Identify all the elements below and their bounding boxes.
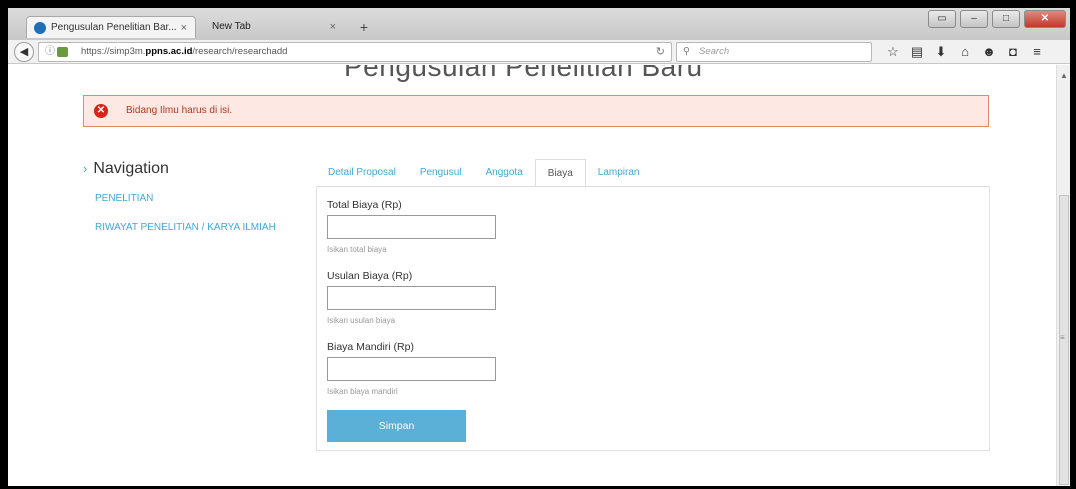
window-close-button[interactable]: ✕ [1024, 10, 1066, 28]
tab-lampiran[interactable]: Lampiran [586, 159, 652, 187]
tab-title: New Tab [212, 21, 251, 32]
pocket-icon[interactable]: ◘ [1004, 43, 1022, 61]
search-input[interactable]: ⚲ Search [676, 42, 872, 62]
tab-anggota[interactable]: Anggota [474, 159, 535, 187]
tab-close-icon[interactable]: × [330, 16, 336, 38]
total-biaya-label: Total Biaya (Rp) [327, 199, 402, 211]
back-arrow-icon: ◀ [19, 46, 29, 58]
chevron-right-icon: › [83, 161, 88, 176]
scroll-up-icon[interactable]: ▲ [1060, 71, 1068, 80]
search-placeholder: Search [699, 46, 730, 57]
tab-pengusul[interactable]: Pengusul [408, 159, 474, 187]
total-biaya-help: Isikan total biaya [327, 245, 387, 254]
title-bar: Pengusulan Penelitian Bar... × New Tab ×… [8, 8, 1070, 40]
maximize-button[interactable]: □ [992, 10, 1020, 28]
search-icon: ⚲ [683, 46, 690, 57]
biaya-mandiri-help: Isikan biaya mandiri [327, 387, 398, 396]
reload-icon[interactable]: ↻ [656, 43, 665, 61]
scroll-grip-icon: ≡ [1060, 333, 1065, 342]
url-prefix: https://simp3m. [81, 46, 146, 57]
simpan-button[interactable]: Simpan [327, 410, 466, 442]
home-icon[interactable]: ⌂ [956, 43, 974, 61]
page-scrollbar[interactable]: ▲ ≡ [1056, 65, 1070, 486]
browser-window: Pengusulan Penelitian Bar... × New Tab ×… [8, 8, 1070, 486]
nav-heading-label: Navigation [93, 160, 169, 177]
url-domain: ppns.ac.id [145, 46, 193, 57]
biaya-panel: Total Biaya (Rp) Isikan total biaya Usul… [316, 186, 990, 451]
back-button[interactable]: ◀ [14, 42, 34, 62]
restore-button[interactable]: ▭ [928, 10, 956, 28]
biaya-mandiri-label: Biaya Mandiri (Rp) [327, 341, 414, 353]
usulan-biaya-help: Isikan usulan biaya [327, 316, 396, 325]
page-title: Pengusulan Penelitian Baru [344, 65, 703, 82]
reading-list-icon[interactable]: ▤ [908, 43, 926, 61]
chat-icon[interactable]: ☻ [980, 43, 998, 61]
toolbar-icons: ☆ ▤ ⬇ ⌂ ☻ ◘ ≡ [884, 43, 1046, 61]
nav-link-riwayat[interactable]: RIWAYAT PENELITIAN / KARYA ILMIAH [95, 222, 276, 233]
nav-link-penelitian[interactable]: PENELITIAN [95, 193, 153, 204]
browser-tab-active[interactable]: Pengusulan Penelitian Bar... × [26, 16, 196, 38]
url-bar[interactable]: ⓘ https://simp3m.ppns.ac.id/research/res… [38, 42, 672, 62]
tab-title: Pengusulan Penelitian Bar... [51, 22, 177, 33]
form-tabs: Detail Proposal Pengusul Anggota Biaya L… [316, 159, 652, 187]
total-biaya-input[interactable] [327, 215, 496, 239]
browser-tab-new[interactable]: New Tab × [204, 16, 344, 38]
alert-message: Bidang Ilmu harus di isi. [126, 105, 233, 116]
nav-toolbar: ◀ ⓘ https://simp3m.ppns.ac.id/research/r… [8, 40, 1070, 64]
tab-biaya[interactable]: Biaya [534, 159, 586, 187]
error-alert: ✕ Bidang Ilmu harus di isi. [83, 95, 989, 127]
menu-icon[interactable]: ≡ [1028, 43, 1046, 61]
usulan-biaya-label: Usulan Biaya (Rp) [327, 270, 413, 282]
tab-close-icon[interactable]: × [181, 17, 187, 39]
new-tab-button[interactable]: + [354, 16, 374, 38]
error-icon: ✕ [94, 104, 108, 118]
biaya-mandiri-input[interactable] [327, 357, 496, 381]
usulan-biaya-input[interactable] [327, 286, 496, 310]
window-controls: ▭ – □ ✕ [928, 10, 1066, 28]
lock-warning-icon[interactable] [57, 47, 68, 57]
info-icon[interactable]: ⓘ [45, 43, 55, 61]
url-path: /research/researchadd [192, 46, 288, 57]
nav-heading: › Navigation [83, 160, 169, 178]
site-favicon-icon [34, 22, 46, 34]
minimize-button[interactable]: – [960, 10, 988, 28]
tab-detail-proposal[interactable]: Detail Proposal [316, 159, 408, 187]
bookmark-star-icon[interactable]: ☆ [884, 43, 902, 61]
download-icon[interactable]: ⬇ [932, 43, 950, 61]
page-viewport: Pengusulan Penelitian Baru ✕ Bidang Ilmu… [8, 65, 1056, 486]
